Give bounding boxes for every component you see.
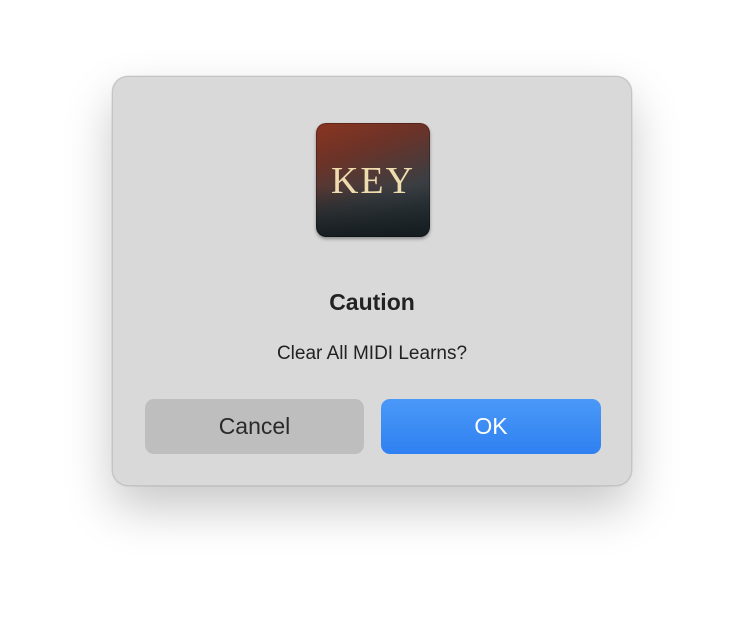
app-icon-text: KEY	[330, 160, 416, 202]
dialog-title: Caution	[329, 289, 415, 315]
dialog-message: Clear All MIDI Learns?	[276, 343, 468, 364]
key-app-icon: KEY	[316, 123, 430, 237]
ok-button[interactable]: OK	[381, 399, 601, 454]
alert-dialog: KEY Caution Clear All MIDI Learns? Cance…	[112, 76, 632, 486]
cancel-button[interactable]: Cancel	[145, 399, 364, 454]
screen: KEY Caution Clear All MIDI Learns? Cance…	[0, 0, 744, 634]
